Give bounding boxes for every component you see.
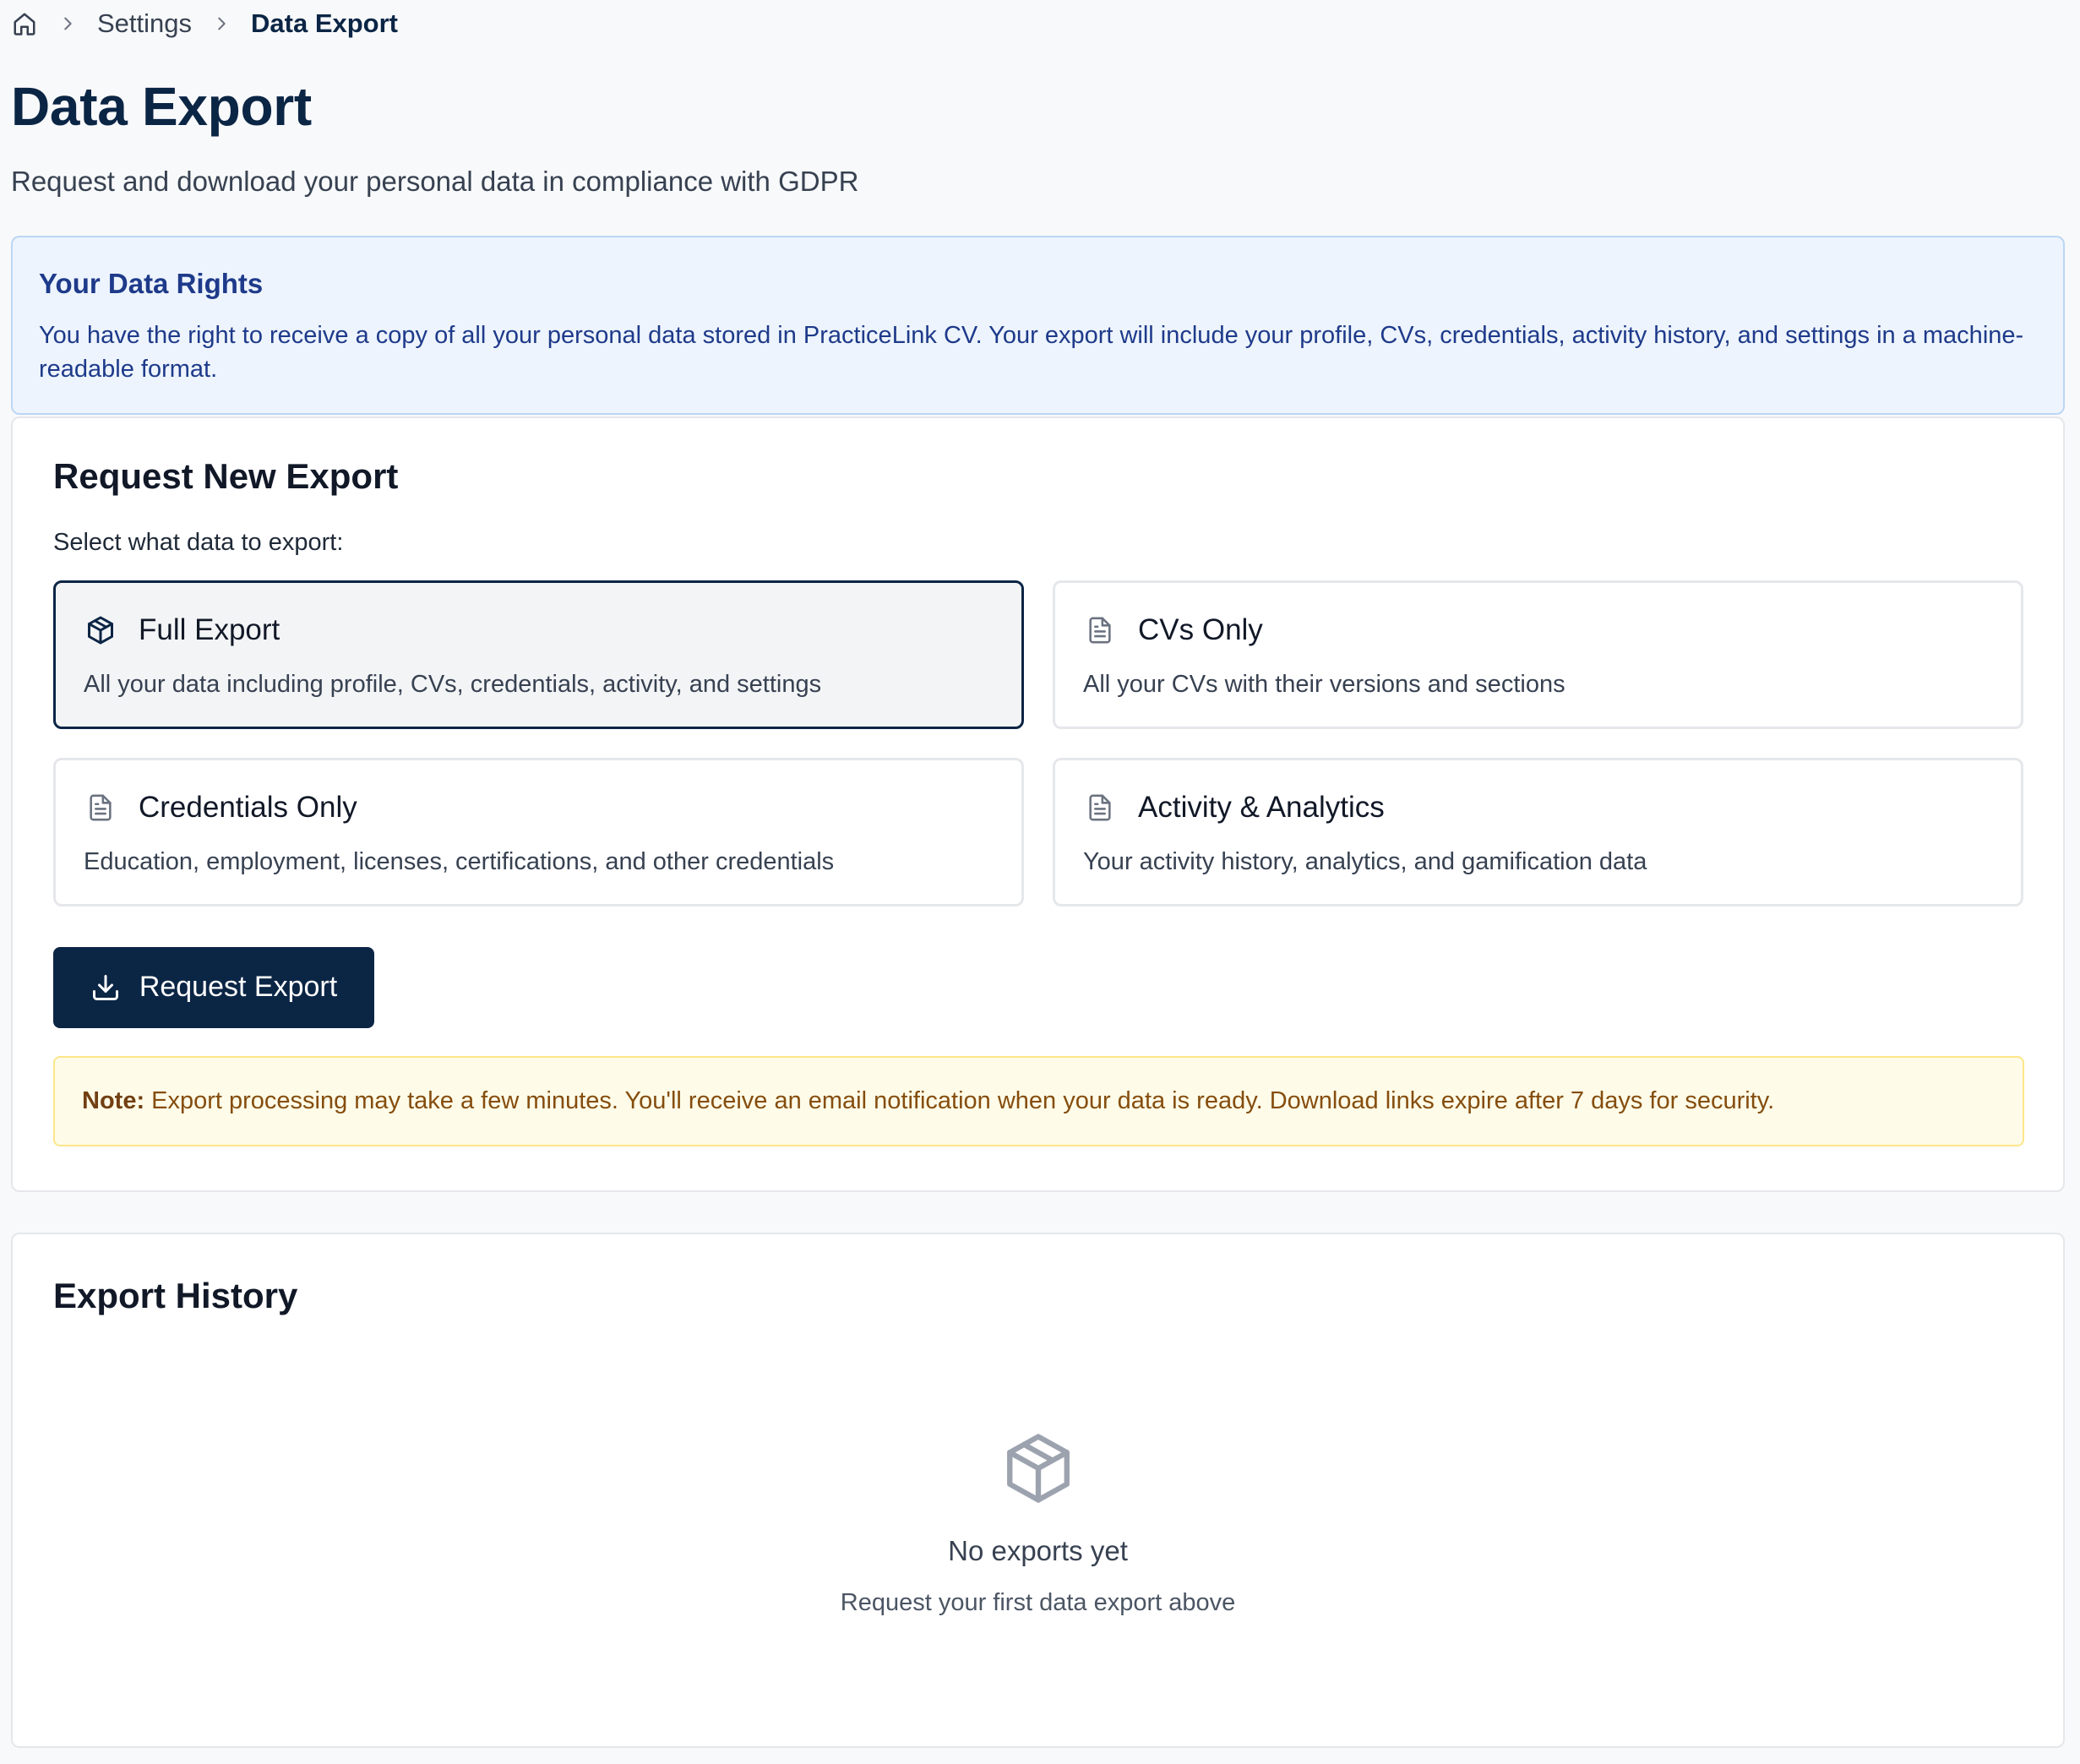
request-export-button[interactable]: Request Export (53, 946, 374, 1028)
package-icon (84, 613, 117, 647)
chevron-right-icon (57, 13, 79, 35)
data-export-page: Settings Data Export Data Export Request… (0, 0, 2080, 1764)
export-history-card: Export History No exports yet Request yo… (11, 1232, 2065, 1748)
breadcrumb-current: Data Export (251, 8, 398, 38)
home-icon[interactable] (11, 10, 38, 37)
package-icon (1000, 1430, 1076, 1506)
page-title: Data Export (11, 76, 312, 137)
empty-state: No exports yet Request your first data e… (13, 1430, 2063, 1617)
chevron-right-icon (210, 13, 232, 35)
request-export-card: Request New Export Select what data to e… (11, 416, 2065, 1192)
data-rights-banner: Your Data Rights You have the right to r… (11, 235, 2065, 415)
request-export-title: Request New Export (53, 455, 399, 496)
export-history-title: Export History (53, 1275, 298, 1315)
export-option-full[interactable]: Full Export All your data including prof… (53, 580, 1024, 729)
export-options: Full Export All your data including prof… (53, 580, 2023, 906)
data-rights-title: Your Data Rights (39, 267, 264, 299)
option-description: All your CVs with their versions and sec… (1083, 670, 1565, 698)
empty-state-title: No exports yet (948, 1534, 1128, 1566)
option-description: All your data including profile, CVs, cr… (84, 670, 822, 698)
request-export-label: Request Export (139, 971, 338, 1004)
document-icon (84, 791, 117, 825)
document-icon (1083, 791, 1117, 825)
option-title: Credentials Only (139, 790, 357, 824)
select-data-label: Select what data to export: (53, 528, 344, 556)
empty-state-subtitle: Request your first data export above (840, 1588, 1236, 1616)
data-rights-text: You have the right to receive a copy of … (39, 321, 2024, 383)
option-title: Activity & Analytics (1138, 790, 1385, 824)
export-option-credentials[interactable]: Credentials Only Education, employment, … (53, 757, 1024, 906)
export-option-activity[interactable]: Activity & Analytics Your activity histo… (1053, 757, 2023, 906)
option-title: Full Export (139, 612, 280, 646)
option-description: Education, employment, licenses, certifi… (84, 847, 835, 875)
option-description: Your activity history, analytics, and ga… (1083, 847, 1647, 875)
note-text: Export processing may take a few minutes… (151, 1086, 1775, 1114)
page-subtitle: Request and download your personal data … (11, 166, 859, 197)
option-title: CVs Only (1138, 612, 1263, 646)
breadcrumb-settings-link[interactable]: Settings (97, 8, 192, 39)
document-icon (1083, 613, 1117, 647)
breadcrumb: Settings Data Export (11, 0, 2069, 46)
export-option-cvs[interactable]: CVs Only All your CVs with their version… (1053, 580, 2023, 729)
export-note: Note: Export processing may take a few m… (53, 1055, 2024, 1146)
note-label: Note: (82, 1086, 145, 1114)
download-icon (90, 972, 123, 1004)
